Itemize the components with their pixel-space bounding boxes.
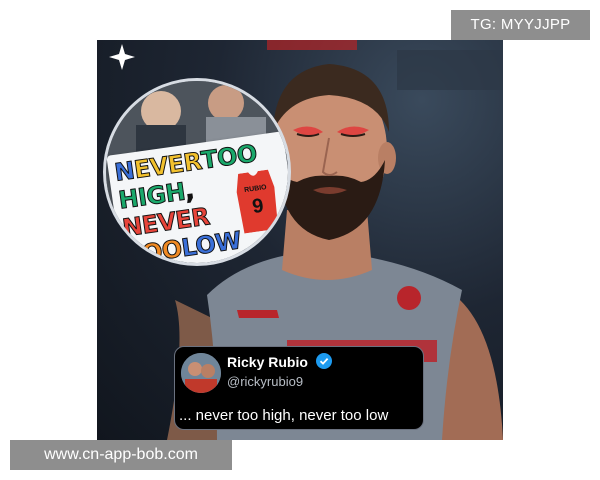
sparkle-icon bbox=[109, 44, 135, 70]
tweet-text: ... never too high, never too low bbox=[179, 407, 389, 424]
tweet-card: Ricky Rubio @rickyrubio9 ... never too h… bbox=[174, 346, 424, 430]
avatar bbox=[181, 353, 221, 393]
verified-badge-icon bbox=[316, 353, 332, 369]
tweet-handle: @rickyrubio9 bbox=[227, 374, 304, 389]
fan-sign-inset: NEVER TOO HIGH, NEVER TOO LOW RUBIO 9 bbox=[103, 78, 291, 266]
watermark-top: TG: MYYJJPP bbox=[451, 10, 590, 40]
watermark-bottom: www.cn-app-bob.com bbox=[10, 440, 232, 470]
jersey-drawing: RUBIO 9 bbox=[230, 169, 284, 235]
tweet-author-name: Ricky Rubio bbox=[227, 354, 308, 370]
fan-sign: NEVER TOO HIGH, NEVER TOO LOW RUBIO 9 bbox=[106, 131, 288, 263]
